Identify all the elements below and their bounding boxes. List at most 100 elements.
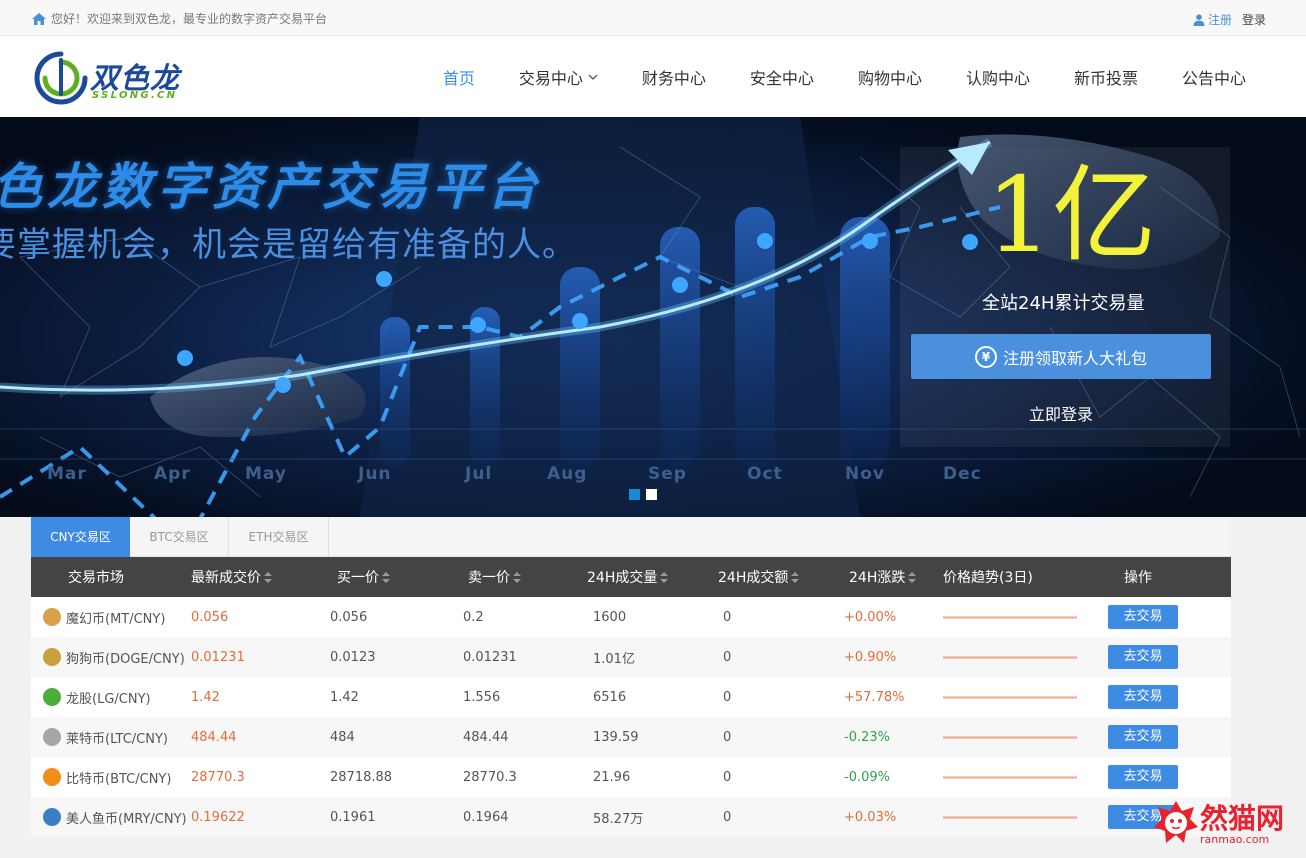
amount-cell: 0 [705,757,830,797]
nav-item-announcement-center[interactable]: 公告中心 [1182,65,1246,89]
column-header-trend: 价格趋势(3日) [943,557,1091,597]
latest-price-cell: 484.44 [191,717,318,757]
ask-price-cell: 0.01231 [448,637,575,677]
action-cell: 去交易 [1091,757,1231,797]
coin-icon [43,808,61,826]
month-label: Sep [648,464,687,484]
tab-eth[interactable]: ETH交易区 [229,517,329,557]
bid-price: 0.056 [330,609,368,625]
welcome-message: 您好！欢迎来到双色龙，最专业的数字资产交易平台 [32,10,327,27]
go-trade-button[interactable]: 去交易 [1108,685,1178,709]
latest-price-cell: 0.056 [191,597,318,637]
column-header-24h-change[interactable]: 24H涨跌 [830,557,943,597]
column-header-label: 24H涨跌 [849,570,906,586]
market-pair[interactable]: 美人鱼币(MRY/CNY) [66,808,187,827]
logo[interactable]: 双色龙 SSLONG.CN [34,50,204,106]
latest-price: 0.01231 [191,649,245,665]
nav-item-home[interactable]: 首页 [443,65,475,89]
nav-item-shopping-center[interactable]: 购物中心 [858,65,922,89]
market-cell: 龙股(LG/CNY) [31,677,191,717]
trend-cell [943,637,1091,677]
coin-icon [43,648,61,666]
bid-price-cell: 1.42 [318,677,448,717]
ask-price: 484.44 [463,729,509,745]
nav-item-security-center[interactable]: 安全中心 [750,65,814,89]
market-rows: 魔幻币(MT/CNY) 0.056 0.056 0.2 1600 0 +0.00% 去交易 狗狗… [31,597,1231,837]
slide-dot-1[interactable] [629,489,640,500]
amount-cell: 0 [705,717,830,757]
latest-price-cell: 0.19622 [191,797,318,837]
market-tabs: CNY交易区 BTC交易区 ETH交易区 [31,517,1231,557]
column-header-24h-volume[interactable]: 24H成交量 [575,557,705,597]
tab-btc[interactable]: BTC交易区 [130,517,229,557]
banner-slogan: 要掌握机会，机会是留给有准备的人。 [0,225,577,265]
bid-price: 1.42 [330,689,359,705]
table-row: 狗狗币(DOGE/CNY) 0.01231 0.0123 0.01231 1.01亿 0 +… [31,637,1231,677]
amount-24h: 0 [723,769,732,785]
market-cell: 魔幻币(MT/CNY) [31,597,191,637]
sort-icon [791,572,800,583]
market-cell: 美人鱼币(MRY/CNY) [31,797,191,837]
price-trend-sparkline [943,656,1077,658]
sort-icon [908,572,917,583]
go-trade-button[interactable]: 去交易 [1108,725,1178,749]
register-gift-button[interactable]: ¥ 注册领取新人大礼包 [911,334,1211,379]
top-bar: 您好！欢迎来到双色龙，最专业的数字资产交易平台 注册 登录 [0,0,1306,36]
nav-item-label: 交易中心 [518,68,583,88]
action-cell: 去交易 [1091,717,1231,757]
market-pair[interactable]: 莱特币(LTC/CNY) [66,728,168,747]
nav-item-finance-center[interactable]: 财务中心 [642,65,706,89]
change-cell: +0.90% [830,637,943,677]
column-header-latest-price[interactable]: 最新成交价 [191,557,318,597]
latest-price: 28770.3 [191,769,245,785]
table-row: 魔幻币(MT/CNY) 0.056 0.056 0.2 1600 0 +0.00% 去交易 [31,597,1231,637]
register-link[interactable]: 注册 [1193,11,1232,28]
amount-cell: 0 [705,637,830,677]
coin-icon [43,768,61,786]
sort-icon [660,572,669,583]
login-link[interactable]: 登录 [1242,11,1266,28]
change-24h: -0.09% [844,769,890,785]
column-header-24h-amount[interactable]: 24H成交额 [705,557,830,597]
column-header-bid[interactable]: 买一价 [318,557,448,597]
ask-price: 0.1964 [463,809,509,825]
market-pair[interactable]: 魔幻币(MT/CNY) [66,608,165,627]
slide-dot-2[interactable] [646,489,657,500]
nav-item-trade-center[interactable]: 交易中心 [519,65,598,89]
price-trend-sparkline [943,776,1077,778]
market-pair[interactable]: 龙股(LG/CNY) [66,688,151,707]
latest-price: 0.19622 [191,809,245,825]
change-cell: +0.03% [830,797,943,837]
market-pair[interactable]: 比特币(BTC/CNY) [66,768,171,787]
nav-item-coin-vote[interactable]: 新币投票 [1074,65,1138,89]
column-header-label: 买一价 [337,570,379,586]
bid-price: 0.1961 [330,809,376,825]
nav-item-subscription-center[interactable]: 认购中心 [966,65,1030,89]
amount-cell: 0 [705,677,830,717]
ask-price-cell: 1.556 [448,677,575,717]
month-label: Apr [154,464,191,484]
table-row: 美人鱼币(MRY/CNY) 0.19622 0.1961 0.1964 58.27万 0 +… [31,797,1231,837]
market-cell: 莱特币(LTC/CNY) [31,717,191,757]
go-trade-button[interactable]: 去交易 [1108,605,1178,629]
tab-cny[interactable]: CNY交易区 [31,517,130,557]
month-label: May [245,464,287,484]
change-cell: +0.00% [830,597,943,637]
column-header-label: 卖一价 [468,570,510,586]
banner-month-axis: Mar Apr May Jun Jul Aug Sep Oct Nov Dec [0,464,1100,484]
bid-price: 28718.88 [330,769,393,785]
go-trade-button[interactable]: 去交易 [1108,765,1178,789]
amount-24h: 0 [723,609,732,625]
column-header-label: 操作 [1124,570,1152,586]
volume-24h: 58.27万 [593,811,644,827]
action-cell: 去交易 [1091,637,1231,677]
volume-24h: 21.96 [593,769,631,785]
bid-price: 484 [330,729,355,745]
login-now-link[interactable]: 立即登录 [1029,401,1093,425]
column-header-ask[interactable]: 卖一价 [448,557,575,597]
go-trade-button[interactable]: 去交易 [1108,645,1178,669]
auth-links: 注册 登录 [1193,11,1266,28]
market-pair[interactable]: 狗狗币(DOGE/CNY) [66,648,185,667]
amount-cell: 0 [705,797,830,837]
welcome-text: 您好！欢迎来到双色龙，最专业的数字资产交易平台 [51,12,328,26]
